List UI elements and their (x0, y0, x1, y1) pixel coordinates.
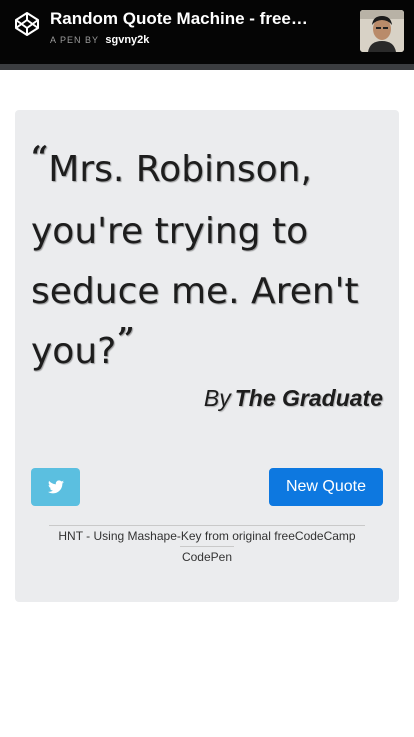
quote-text: Mrs. Robinson, you're trying to seduce m… (31, 149, 359, 372)
open-quote-mark: “ (31, 140, 49, 175)
tweet-button[interactable] (31, 468, 80, 506)
footer-note-line2: CodePen (179, 546, 235, 567)
quote-card: “Mrs. Robinson, you're trying to seduce … (15, 110, 399, 602)
codepen-header: Random Quote Machine - freeCodeCamp A PE… (0, 0, 414, 70)
pen-title[interactable]: Random Quote Machine - freeCodeCamp (50, 8, 320, 30)
avatar[interactable] (360, 10, 404, 52)
byline-prefix: A PEN BY (50, 35, 99, 45)
pen-byline: A PEN BY sgvny2k (50, 34, 149, 46)
footer-note-line1: HNT - Using Mashape-Key from original fr… (49, 525, 365, 546)
footer-note: HNT - Using Mashape-Key from original fr… (49, 525, 365, 567)
user-photo-icon (360, 10, 404, 52)
by-prefix: By (203, 385, 231, 411)
new-quote-button[interactable]: New Quote (269, 468, 383, 506)
author-link[interactable]: sgvny2k (105, 34, 149, 46)
twitter-icon (47, 480, 64, 494)
quote-author-line: By The Graduate (204, 385, 383, 412)
codepen-logo-icon[interactable] (14, 11, 40, 37)
quote-author: The Graduate (234, 385, 383, 411)
close-quote-mark: ” (117, 322, 135, 357)
quote-text-block: “Mrs. Robinson, you're trying to seduce … (31, 140, 381, 384)
